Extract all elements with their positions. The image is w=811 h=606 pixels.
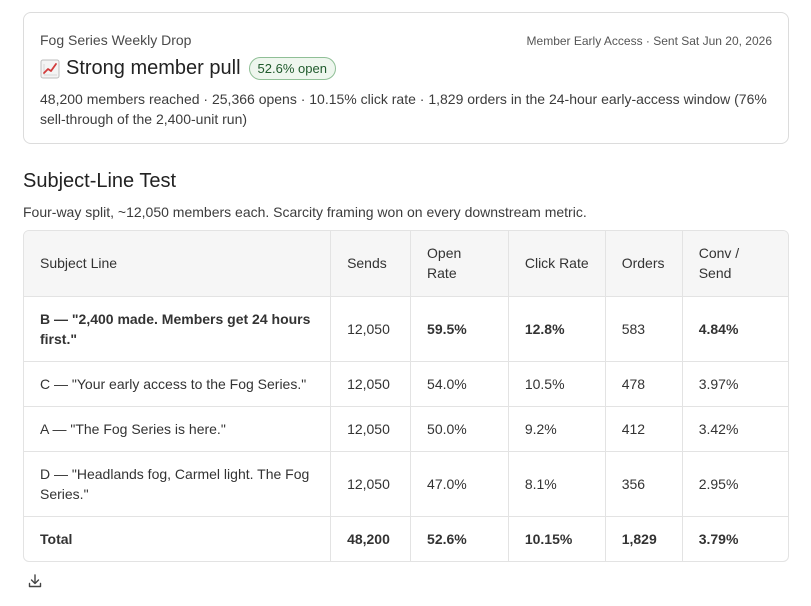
cell-orders: 356: [605, 451, 683, 517]
header-orders: Orders: [605, 231, 683, 297]
header-click-rate: Click Rate: [508, 231, 606, 297]
cell-orders: 1,829: [605, 516, 683, 561]
cell-subject-line: B — "2,400 made. Members get 24 hours fi…: [24, 296, 332, 362]
cell-click-rate: 8.1%: [508, 451, 606, 517]
section-subtitle: Four-way split, ~12,050 members each. Sc…: [23, 204, 587, 220]
cell-orders: 583: [605, 296, 683, 362]
cell-click-rate: 10.5%: [508, 361, 606, 407]
cell-click-rate: 9.2%: [508, 406, 606, 452]
cell-sends: 12,050: [330, 406, 412, 452]
header-subject-line: Subject Line: [24, 231, 332, 297]
cell-open-rate: 50.0%: [410, 406, 509, 452]
cell-subject-line: D — "Headlands fog, Carmel light. The Fo…: [24, 451, 332, 517]
header-conv-send: Conv / Send: [682, 231, 788, 297]
headline-row: Strong member pull 52.6% open: [40, 57, 772, 80]
section-title: Subject-Line Test: [23, 170, 177, 192]
cell-subject-line: Total: [24, 516, 332, 561]
header-open-rate: Open Rate: [410, 231, 509, 297]
send-meta: Member Early Access · Sent Sat Jun 20, 2…: [526, 34, 772, 48]
cell-open-rate: 59.5%: [410, 296, 509, 362]
card-header: Fog Series Weekly Drop Member Early Acce…: [40, 32, 772, 48]
open-rate-badge: 52.6% open: [248, 57, 336, 80]
cell-click-rate: 10.15%: [508, 516, 606, 561]
cell-sends: 12,050: [330, 296, 412, 362]
chart-increasing-icon: [40, 59, 60, 79]
cell-sends: 48,200: [330, 516, 412, 561]
summary-card: Fog Series Weekly Drop Member Early Acce…: [23, 12, 789, 144]
cell-conv-send: 4.84%: [682, 296, 788, 362]
table-total-row: Total 48,200 52.6% 10.15% 1,829 3.79%: [24, 516, 788, 561]
headline: Strong member pull: [66, 57, 241, 79]
cell-subject-line: A — "The Fog Series is here.": [24, 406, 332, 452]
subject-line-table: Subject Line Sends Open Rate Click Rate …: [23, 230, 789, 562]
cell-open-rate: 52.6%: [410, 516, 509, 561]
table-row: C — "Your early access to the Fog Series…: [24, 361, 788, 407]
table-row: D — "Headlands fog, Carmel light. The Fo…: [24, 451, 788, 517]
cell-open-rate: 47.0%: [410, 451, 509, 517]
cell-orders: 478: [605, 361, 683, 407]
cell-orders: 412: [605, 406, 683, 452]
cell-sends: 12,050: [330, 451, 412, 517]
cell-conv-send: 3.42%: [682, 406, 788, 452]
table-row: A — "The Fog Series is here." 12,050 50.…: [24, 406, 788, 452]
cell-conv-send: 3.97%: [682, 361, 788, 407]
cell-conv-send: 3.79%: [698, 530, 739, 547]
table-header-row: Subject Line Sends Open Rate Click Rate …: [24, 231, 788, 297]
campaign-name: Fog Series Weekly Drop: [40, 32, 192, 48]
cell-sends: 12,050: [330, 361, 412, 407]
cell-conv-send: 2.95%: [682, 451, 788, 517]
campaign-summary: 48,200 members reached · 25,366 opens · …: [40, 91, 767, 127]
table-row: B — "2,400 made. Members get 24 hours fi…: [24, 296, 788, 362]
cell-click-rate: 12.8%: [508, 296, 606, 362]
download-icon[interactable]: [27, 573, 43, 589]
cell-subject-line: C — "Your early access to the Fog Series…: [24, 361, 332, 407]
cell-open-rate: 54.0%: [410, 361, 509, 407]
header-sends: Sends: [330, 231, 412, 297]
